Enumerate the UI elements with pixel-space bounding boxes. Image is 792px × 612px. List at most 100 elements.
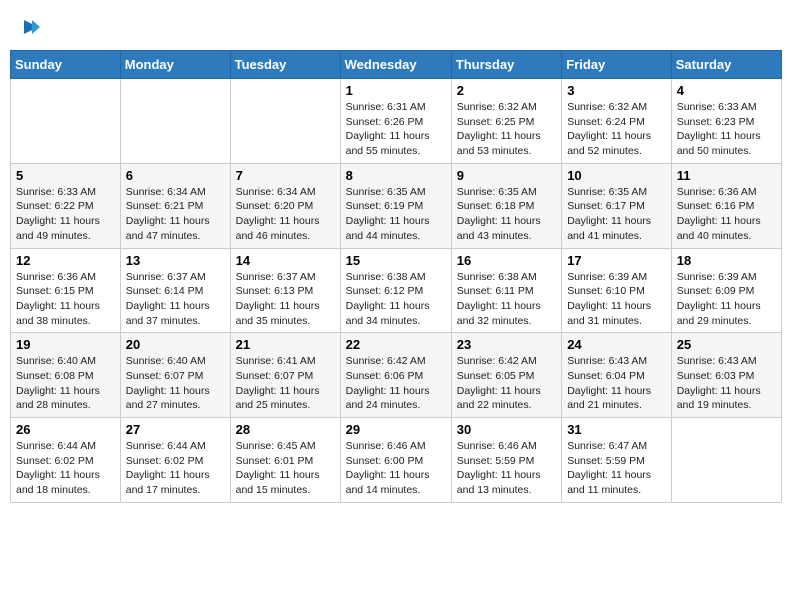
day-info: Sunrise: 6:40 AMSunset: 6:08 PMDaylight:… xyxy=(16,354,115,413)
day-info: Sunrise: 6:37 AMSunset: 6:14 PMDaylight:… xyxy=(126,270,225,329)
page-header xyxy=(10,10,782,42)
day-number: 28 xyxy=(236,422,335,437)
logo-text xyxy=(16,14,44,40)
day-info: Sunrise: 6:34 AMSunset: 6:21 PMDaylight:… xyxy=(126,185,225,244)
day-info: Sunrise: 6:35 AMSunset: 6:19 PMDaylight:… xyxy=(346,185,446,244)
day-number: 27 xyxy=(126,422,225,437)
day-info: Sunrise: 6:36 AMSunset: 6:16 PMDaylight:… xyxy=(677,185,776,244)
day-info: Sunrise: 6:32 AMSunset: 6:25 PMDaylight:… xyxy=(457,100,556,159)
day-info: Sunrise: 6:39 AMSunset: 6:09 PMDaylight:… xyxy=(677,270,776,329)
day-number: 2 xyxy=(457,83,556,98)
day-info: Sunrise: 6:41 AMSunset: 6:07 PMDaylight:… xyxy=(236,354,335,413)
calendar-day-cell: 13 Sunrise: 6:37 AMSunset: 6:14 PMDayligh… xyxy=(120,248,230,333)
day-number: 25 xyxy=(677,337,776,352)
day-number: 13 xyxy=(126,253,225,268)
calendar-day-cell: 28Sunrise: 6:45 AMSunset: 6:01 PMDayligh… xyxy=(230,418,340,503)
calendar-day-cell: 17Sunrise: 6:39 AMSunset: 6:10 PMDayligh… xyxy=(562,248,672,333)
day-number: 19 xyxy=(16,337,115,352)
calendar-day-cell: 1 Sunrise: 6:31 AMSunset: 6:26 PMDaylight… xyxy=(340,79,451,164)
calendar-day-cell: 2 Sunrise: 6:32 AMSunset: 6:25 PMDaylight… xyxy=(451,79,561,164)
day-number: 24 xyxy=(567,337,666,352)
day-info: Sunrise: 6:37 AMSunset: 6:13 PMDaylight:… xyxy=(236,270,335,329)
day-info: Sunrise: 6:31 AMSunset: 6:26 PMDaylight:… xyxy=(346,100,446,159)
calendar-header-cell: Saturday xyxy=(671,51,781,79)
calendar-day-cell: 18 Sunrise: 6:39 AMSunset: 6:09 PMDayligh… xyxy=(671,248,781,333)
calendar-day-cell: 4 Sunrise: 6:33 AMSunset: 6:23 PMDaylight… xyxy=(671,79,781,164)
day-number: 6 xyxy=(126,168,225,183)
calendar-day-cell: 16Sunrise: 6:38 AMSunset: 6:11 PMDayligh… xyxy=(451,248,561,333)
calendar-day-cell xyxy=(11,79,121,164)
day-info: Sunrise: 6:35 AMSunset: 6:17 PMDaylight:… xyxy=(567,185,666,244)
calendar-week-row: 1 Sunrise: 6:31 AMSunset: 6:26 PMDaylight… xyxy=(11,79,782,164)
calendar-week-row: 5 Sunrise: 6:33 AMSunset: 6:22 PMDaylight… xyxy=(11,163,782,248)
day-number: 8 xyxy=(346,168,446,183)
calendar-week-row: 12 Sunrise: 6:36 AMSunset: 6:15 PMDayligh… xyxy=(11,248,782,333)
day-number: 12 xyxy=(16,253,115,268)
calendar-day-cell: 23Sunrise: 6:42 AMSunset: 6:05 PMDayligh… xyxy=(451,333,561,418)
day-info: Sunrise: 6:44 AMSunset: 6:02 PMDaylight:… xyxy=(16,439,115,498)
day-number: 5 xyxy=(16,168,115,183)
day-number: 20 xyxy=(126,337,225,352)
calendar-day-cell xyxy=(230,79,340,164)
day-info: Sunrise: 6:47 AMSunset: 5:59 PMDaylight:… xyxy=(567,439,666,498)
calendar-day-cell: 9 Sunrise: 6:35 AMSunset: 6:18 PMDaylight… xyxy=(451,163,561,248)
calendar-day-cell: 27 Sunrise: 6:44 AMSunset: 6:02 PMDayligh… xyxy=(120,418,230,503)
calendar-day-cell: 6 Sunrise: 6:34 AMSunset: 6:21 PMDaylight… xyxy=(120,163,230,248)
day-info: Sunrise: 6:34 AMSunset: 6:20 PMDaylight:… xyxy=(236,185,335,244)
calendar-day-cell: 22Sunrise: 6:42 AMSunset: 6:06 PMDayligh… xyxy=(340,333,451,418)
day-info: Sunrise: 6:42 AMSunset: 6:05 PMDaylight:… xyxy=(457,354,556,413)
day-info: Sunrise: 6:32 AMSunset: 6:24 PMDaylight:… xyxy=(567,100,666,159)
day-info: Sunrise: 6:40 AMSunset: 6:07 PMDaylight:… xyxy=(126,354,225,413)
calendar-day-cell: 26 Sunrise: 6:44 AMSunset: 6:02 PMDayligh… xyxy=(11,418,121,503)
day-number: 17 xyxy=(567,253,666,268)
calendar-week-row: 26 Sunrise: 6:44 AMSunset: 6:02 PMDayligh… xyxy=(11,418,782,503)
day-number: 15 xyxy=(346,253,446,268)
calendar-header-cell: Sunday xyxy=(11,51,121,79)
day-number: 14 xyxy=(236,253,335,268)
day-number: 10 xyxy=(567,168,666,183)
calendar-day-cell: 21 Sunrise: 6:41 AMSunset: 6:07 PMDayligh… xyxy=(230,333,340,418)
day-number: 31 xyxy=(567,422,666,437)
day-number: 26 xyxy=(16,422,115,437)
day-number: 21 xyxy=(236,337,335,352)
calendar-header-cell: Wednesday xyxy=(340,51,451,79)
calendar-day-cell: 31 Sunrise: 6:47 AMSunset: 5:59 PMDayligh… xyxy=(562,418,672,503)
calendar-day-cell: 29Sunrise: 6:46 AMSunset: 6:00 PMDayligh… xyxy=(340,418,451,503)
calendar-day-cell: 3 Sunrise: 6:32 AMSunset: 6:24 PMDaylight… xyxy=(562,79,672,164)
day-number: 3 xyxy=(567,83,666,98)
day-number: 16 xyxy=(457,253,556,268)
calendar-day-cell: 7 Sunrise: 6:34 AMSunset: 6:20 PMDaylight… xyxy=(230,163,340,248)
calendar-day-cell: 24Sunrise: 6:43 AMSunset: 6:04 PMDayligh… xyxy=(562,333,672,418)
logo xyxy=(16,14,44,38)
calendar-week-row: 19 Sunrise: 6:40 AMSunset: 6:08 PMDayligh… xyxy=(11,333,782,418)
day-number: 1 xyxy=(346,83,446,98)
calendar-day-cell: 11Sunrise: 6:36 AMSunset: 6:16 PMDayligh… xyxy=(671,163,781,248)
day-info: Sunrise: 6:44 AMSunset: 6:02 PMDaylight:… xyxy=(126,439,225,498)
day-number: 7 xyxy=(236,168,335,183)
calendar-day-cell: 30Sunrise: 6:46 AMSunset: 5:59 PMDayligh… xyxy=(451,418,561,503)
day-number: 18 xyxy=(677,253,776,268)
day-info: Sunrise: 6:36 AMSunset: 6:15 PMDaylight:… xyxy=(16,270,115,329)
calendar-day-cell: 5 Sunrise: 6:33 AMSunset: 6:22 PMDaylight… xyxy=(11,163,121,248)
day-info: Sunrise: 6:35 AMSunset: 6:18 PMDaylight:… xyxy=(457,185,556,244)
day-info: Sunrise: 6:38 AMSunset: 6:12 PMDaylight:… xyxy=(346,270,446,329)
day-number: 4 xyxy=(677,83,776,98)
calendar-day-cell: 25 Sunrise: 6:43 AMSunset: 6:03 PMDayligh… xyxy=(671,333,781,418)
day-number: 9 xyxy=(457,168,556,183)
calendar-day-cell xyxy=(120,79,230,164)
day-info: Sunrise: 6:43 AMSunset: 6:03 PMDaylight:… xyxy=(677,354,776,413)
calendar-header-cell: Tuesday xyxy=(230,51,340,79)
calendar-header-cell: Friday xyxy=(562,51,672,79)
day-info: Sunrise: 6:33 AMSunset: 6:23 PMDaylight:… xyxy=(677,100,776,159)
day-info: Sunrise: 6:33 AMSunset: 6:22 PMDaylight:… xyxy=(16,185,115,244)
day-number: 30 xyxy=(457,422,556,437)
calendar-header-cell: Thursday xyxy=(451,51,561,79)
day-number: 22 xyxy=(346,337,446,352)
calendar-day-cell: 12 Sunrise: 6:36 AMSunset: 6:15 PMDayligh… xyxy=(11,248,121,333)
logo-icon xyxy=(18,14,44,40)
calendar-day-cell: 19 Sunrise: 6:40 AMSunset: 6:08 PMDayligh… xyxy=(11,333,121,418)
calendar-header-cell: Monday xyxy=(120,51,230,79)
calendar-table: SundayMondayTuesdayWednesdayThursdayFrid… xyxy=(10,50,782,503)
calendar-day-cell: 20 Sunrise: 6:40 AMSunset: 6:07 PMDayligh… xyxy=(120,333,230,418)
calendar-day-cell: 8 Sunrise: 6:35 AMSunset: 6:19 PMDaylight… xyxy=(340,163,451,248)
